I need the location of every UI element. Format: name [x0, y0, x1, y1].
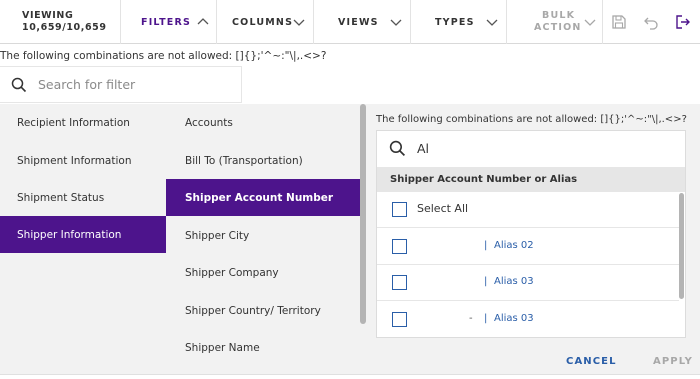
filter-values-panel: The following combinations are not allow… — [366, 104, 700, 379]
field-bill-to-transportation[interactable]: Bill To (Transportation) — [166, 142, 360, 179]
underlying-table-edge — [0, 374, 700, 379]
chevron-down-icon — [486, 19, 498, 26]
viewing-count-display: VIEWING 10,659/10,659 — [0, 0, 121, 44]
save-button[interactable] — [608, 10, 630, 34]
bulk-action-label-line1: BULK — [542, 10, 576, 21]
category-recipient-information[interactable]: Recipient Information — [0, 104, 166, 141]
select-all-row[interactable]: Select All — [377, 192, 679, 228]
values-list-scrollbar[interactable] — [679, 193, 684, 299]
save-icon — [612, 15, 626, 29]
views-button[interactable]: VIEWS — [314, 0, 411, 44]
field-accounts[interactable]: Accounts — [166, 104, 360, 141]
undo-icon — [644, 17, 658, 30]
search-icon — [389, 140, 406, 157]
filter-category-list: Recipient Information Shipment Informati… — [0, 104, 166, 379]
viewing-count: 10,659/10,659 — [22, 22, 107, 33]
category-label: Recipient Information — [17, 116, 130, 129]
field-shipper-account-number[interactable]: Shipper Account Number — [166, 179, 360, 216]
filters-label: FILTERS — [141, 16, 192, 28]
search-icon — [11, 77, 27, 93]
filter-search-placeholder: Search for filter — [38, 77, 136, 92]
chevron-down-icon — [390, 19, 402, 26]
chevron-down-icon — [293, 19, 305, 26]
values-search-input[interactable]: Al — [377, 131, 685, 167]
category-label: Shipment Information — [17, 154, 132, 167]
filter-field-list: Accounts Bill To (Transportation) Shippe… — [166, 104, 366, 379]
field-label: Shipper Country/ Territory — [185, 304, 321, 317]
value-checkbox[interactable] — [392, 239, 407, 254]
views-label: VIEWS — [338, 16, 379, 28]
bulk-action-button[interactable]: BULK ACTION — [507, 0, 603, 44]
value-checkbox[interactable] — [392, 275, 407, 290]
category-shipment-status[interactable]: Shipment Status — [0, 179, 166, 216]
top-toolbar: VIEWING 10,659/10,659 FILTERS COLUMNS VI… — [0, 0, 700, 44]
types-button[interactable]: TYPES — [411, 0, 507, 44]
columns-button[interactable]: COLUMNS — [217, 0, 314, 44]
value-checkbox[interactable] — [392, 312, 407, 327]
value-separator: | — [484, 240, 488, 251]
field-shipper-country-territory[interactable]: Shipper Country/ Territory — [166, 292, 360, 329]
value-alias: Alias 02 — [494, 240, 534, 251]
category-shipment-information[interactable]: Shipment Information — [0, 142, 166, 179]
values-column-header: Shipper Account Number or Alias — [377, 167, 685, 192]
field-label: Shipper Account Number — [185, 191, 334, 204]
values-search-value: Al — [417, 141, 430, 156]
value-separator: | — [484, 276, 488, 287]
value-option-row[interactable]: | Alias 03 — [377, 265, 679, 301]
filter-search-input[interactable]: Search for filter — [0, 66, 242, 103]
types-label: TYPES — [435, 16, 475, 28]
exit-button[interactable] — [672, 10, 694, 34]
value-option-row[interactable]: - | Alias 03 — [377, 302, 679, 337]
field-label: Shipper City — [185, 229, 250, 242]
exit-icon — [676, 15, 690, 29]
category-label: Shipment Status — [17, 191, 105, 204]
field-label: Shipper Name — [185, 341, 260, 354]
select-all-label: Select All — [417, 202, 469, 215]
value-account-prefix: - — [469, 313, 473, 324]
value-alias: Alias 03 — [494, 276, 534, 287]
field-label: Shipper Company — [185, 266, 279, 279]
filters-button[interactable]: FILTERS — [121, 0, 217, 44]
values-warning-text: The following combinations are not allow… — [376, 114, 687, 125]
chevron-up-icon — [197, 18, 209, 25]
chevron-down-icon — [584, 19, 596, 26]
select-all-checkbox[interactable] — [392, 202, 407, 217]
field-shipper-name[interactable]: Shipper Name — [166, 329, 360, 366]
viewing-label: VIEWING — [22, 10, 74, 21]
undo-button[interactable] — [640, 10, 662, 34]
values-list-box: Al Shipper Account Number or Alias Selec… — [376, 130, 686, 338]
apply-button[interactable]: APPLY — [653, 356, 693, 367]
category-label: Shipper Information — [17, 228, 122, 241]
value-separator: | — [484, 313, 488, 324]
field-label: Bill To (Transportation) — [185, 154, 303, 167]
bulk-action-label-line2: ACTION — [534, 22, 582, 33]
field-shipper-company[interactable]: Shipper Company — [166, 254, 360, 291]
field-label: Accounts — [185, 116, 233, 129]
filter-warning-text: The following combinations are not allow… — [0, 50, 327, 62]
value-option-row[interactable]: | Alias 02 — [377, 229, 679, 265]
category-shipper-information[interactable]: Shipper Information — [0, 216, 166, 253]
value-alias: Alias 03 — [494, 313, 534, 324]
cancel-button[interactable]: CANCEL — [566, 356, 617, 367]
columns-label: COLUMNS — [232, 16, 294, 28]
field-shipper-city[interactable]: Shipper City — [166, 217, 360, 254]
